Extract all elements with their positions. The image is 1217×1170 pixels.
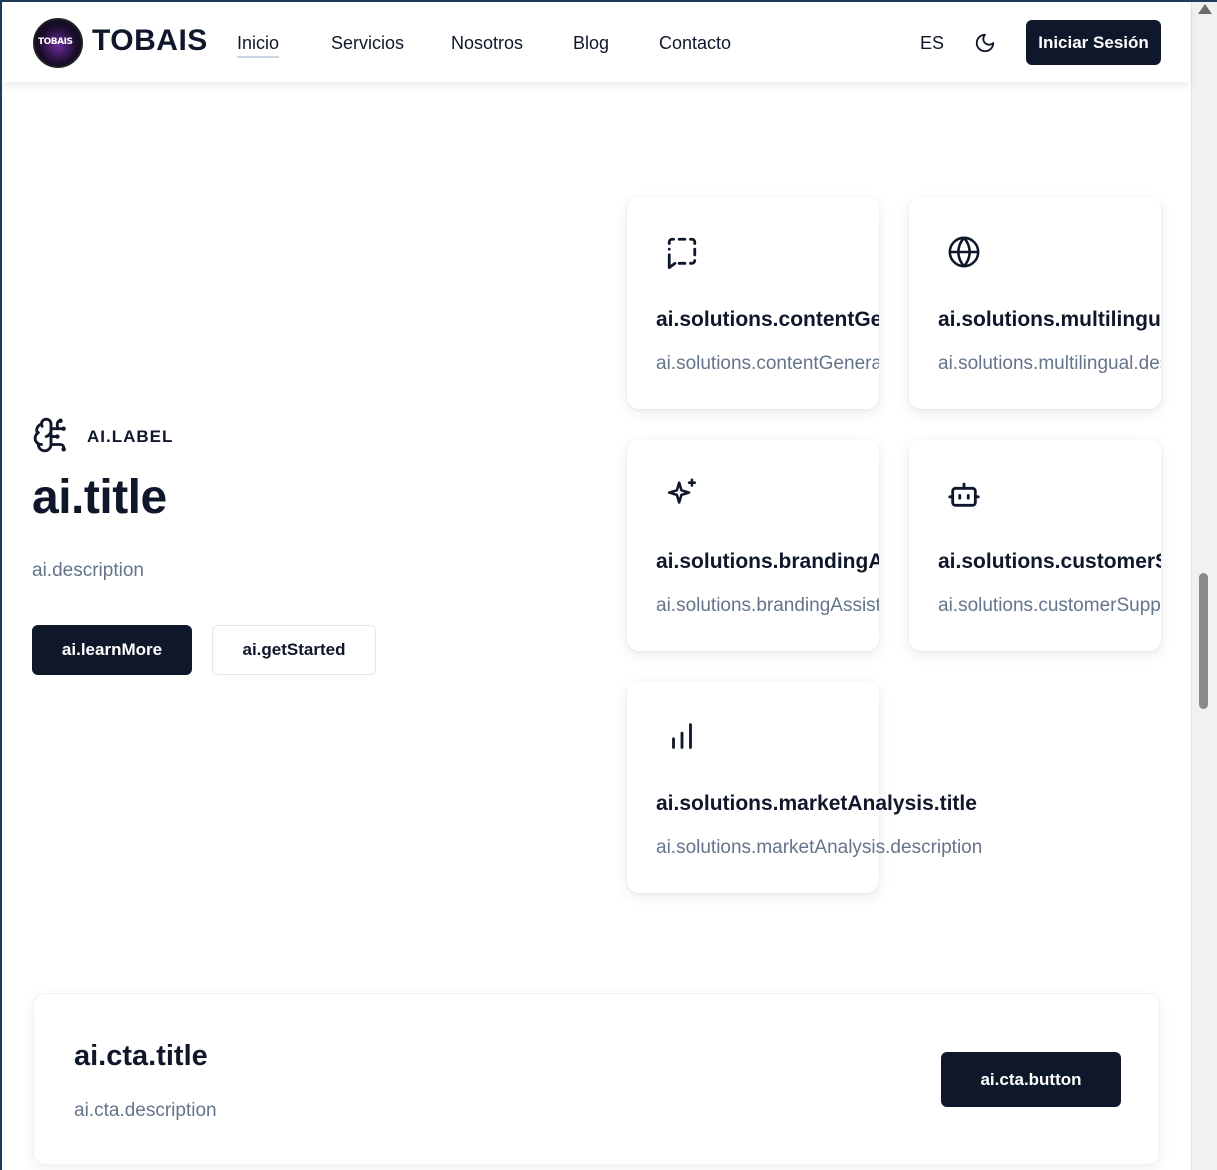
solution-title: ai.solutions.marketAnalysis.title	[656, 792, 977, 815]
message-dashed-icon	[667, 237, 697, 269]
solution-description: ai.solutions.contentGeneration.descripti…	[656, 353, 879, 374]
login-button[interactable]: Iniciar Sesión	[1026, 20, 1161, 65]
solution-description: ai.solutions.brandingAssistant.descripti…	[656, 595, 879, 616]
cta-description: ai.cta.description	[74, 1100, 217, 1121]
solution-title: ai.solutions.customerSupport.title	[938, 550, 1161, 573]
section-label: AI.LABEL	[87, 427, 174, 446]
brain-icon	[33, 417, 66, 453]
cta-section: ai.cta.title ai.cta.description ai.cta.b…	[33, 993, 1160, 1165]
scroll-up-arrow-icon[interactable]	[1198, 4, 1212, 14]
nav-item-contacto[interactable]: Contacto	[659, 33, 731, 54]
solution-description: ai.solutions.multilingual.description	[938, 353, 1161, 374]
window-border-top	[0, 0, 1217, 2]
solution-card-multilingual[interactable]: ai.solutions.multilingual.title ai.solut…	[909, 197, 1161, 409]
solution-title: ai.solutions.brandingAssistant.title	[656, 550, 879, 573]
window-border-left	[0, 0, 2, 1170]
brand-name[interactable]: TOBAIS	[92, 24, 208, 58]
bot-icon	[948, 482, 980, 507]
solution-card-branding-assistant[interactable]: ai.solutions.brandingAssistant.title ai.…	[627, 439, 879, 651]
site-header: TOBAIS TOBAIS Inicio Servicios Nosotros …	[2, 2, 1190, 82]
solution-title: ai.solutions.multilingual.title	[938, 308, 1161, 331]
nav-item-blog[interactable]: Blog	[573, 33, 609, 54]
solution-title: ai.solutions.contentGeneration.title	[656, 308, 879, 331]
get-started-button[interactable]: ai.getStarted	[212, 625, 376, 675]
scrollbar-thumb[interactable]	[1199, 573, 1208, 709]
section-title: ai.title	[32, 471, 167, 524]
solution-card-customer-support[interactable]: ai.solutions.customerSupport.title ai.so…	[909, 439, 1161, 651]
learn-more-button[interactable]: ai.learnMore	[32, 625, 192, 675]
logo-text: TOBAIS	[38, 37, 73, 47]
vertical-scrollbar[interactable]	[1191, 0, 1217, 1170]
section-description: ai.description	[32, 560, 144, 581]
moon-icon[interactable]	[974, 32, 996, 54]
logo[interactable]: TOBAIS	[33, 18, 83, 68]
nav-item-servicios[interactable]: Servicios	[331, 33, 404, 54]
cta-button[interactable]: ai.cta.button	[941, 1052, 1121, 1107]
solution-description: ai.solutions.marketAnalysis.description	[656, 837, 983, 858]
globe-icon	[948, 236, 980, 268]
language-switcher[interactable]: ES	[920, 33, 944, 54]
cta-title: ai.cta.title	[74, 1040, 208, 1072]
solution-description: ai.solutions.customerSupport.description	[938, 595, 1161, 616]
solution-card-content-generation[interactable]: ai.solutions.contentGeneration.title ai.…	[627, 197, 879, 409]
nav-item-inicio[interactable]: Inicio	[237, 33, 280, 58]
sparkles-icon	[667, 478, 697, 504]
solution-card-market-analysis[interactable]: ai.solutions.marketAnalysis.title ai.sol…	[627, 681, 982, 893]
bar-chart-icon	[672, 723, 692, 749]
nav-item-nosotros[interactable]: Nosotros	[451, 33, 523, 54]
